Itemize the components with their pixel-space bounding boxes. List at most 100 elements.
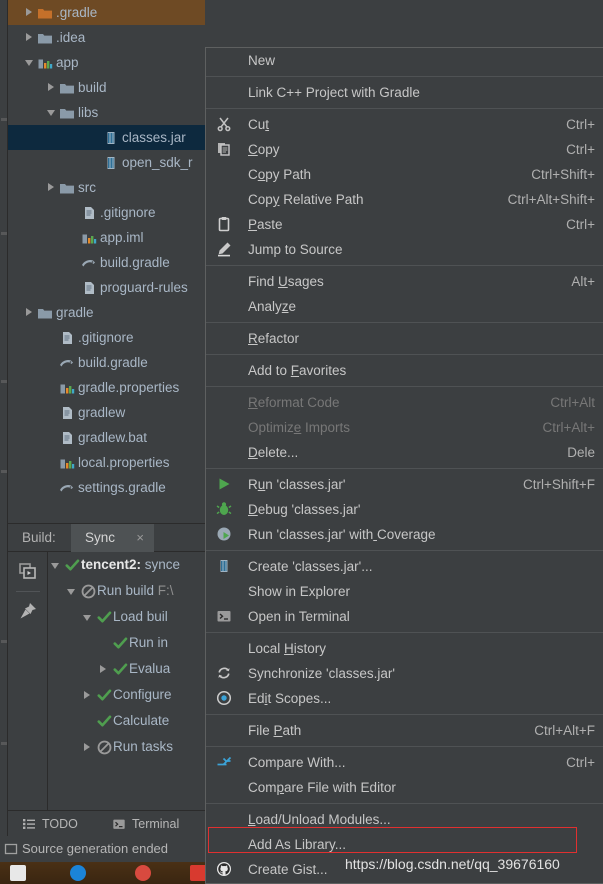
- menu-item-paste[interactable]: Paste Ctrl+: [206, 212, 603, 237]
- menu-item-link-cpp[interactable]: Link C++ Project with Gradle: [206, 80, 603, 105]
- tab-sync[interactable]: Sync ×: [71, 524, 154, 552]
- menu-separator: [206, 746, 603, 747]
- tree-row-label: settings.gradle: [78, 480, 166, 495]
- chevron-right-icon[interactable]: [81, 734, 96, 760]
- tree-row[interactable]: .gradle: [8, 0, 205, 25]
- tree-row[interactable]: gradlew.bat: [8, 425, 205, 450]
- chevron-right-icon[interactable]: [25, 25, 36, 50]
- tree-row[interactable]: settings.gradle: [8, 475, 205, 500]
- menu-item-add-as-library[interactable]: Add As Library...: [206, 832, 603, 857]
- chevron-down-icon[interactable]: [65, 578, 80, 604]
- file-icon: [58, 400, 75, 425]
- gradle-icon: [58, 350, 75, 375]
- menu-item-run-with-coverage[interactable]: Run 'classes.jar' with Coverage: [206, 522, 603, 547]
- tree-row[interactable]: gradlew: [8, 400, 205, 425]
- chevron-right-icon[interactable]: [47, 175, 58, 200]
- menu-item-debug-classes-jar[interactable]: Debug 'classes.jar': [206, 497, 603, 522]
- chevron-down-icon[interactable]: [81, 604, 96, 630]
- chevron-right-icon[interactable]: [81, 682, 96, 708]
- menu-item-compare-file-editor[interactable]: Compare File with Editor: [206, 775, 603, 800]
- menu-item-find-usages[interactable]: Find Usages Alt+: [206, 269, 603, 294]
- menu-item-copy-path[interactable]: Copy Path Ctrl+Shift+: [206, 162, 603, 187]
- collapsed-toolwindow-strip[interactable]: [0, 0, 8, 862]
- tree-row[interactable]: classes.jar: [8, 125, 205, 150]
- project-tree-panel[interactable]: .gradle .idea app build libs classes.jar open_…: [8, 0, 205, 523]
- chevron-right-icon[interactable]: [25, 0, 36, 25]
- check-icon: [96, 604, 113, 630]
- tree-row[interactable]: build.gradle: [8, 350, 205, 375]
- tree-row[interactable]: build.gradle: [8, 250, 205, 275]
- tree-row-label: local.properties: [78, 455, 170, 470]
- menu-item-file-path[interactable]: File Path Ctrl+Alt+F: [206, 718, 603, 743]
- build-tree-row[interactable]: tencent2: synce: [49, 552, 205, 578]
- folder-icon: [36, 300, 53, 325]
- expand-all-icon[interactable]: [17, 560, 39, 582]
- menu-item-edit-scopes[interactable]: Edit Scopes...: [206, 686, 603, 711]
- tree-row-label: src: [78, 180, 96, 195]
- tree-row[interactable]: gradle.properties: [8, 375, 205, 400]
- tree-row[interactable]: src: [8, 175, 205, 200]
- menu-item-label: Run 'classes.jar' with Coverage: [248, 527, 436, 542]
- menu-item-shortcut: Ctrl+: [566, 117, 595, 132]
- menu-item-delete[interactable]: Delete... Dele: [206, 440, 603, 465]
- tree-row[interactable]: app.iml: [8, 225, 205, 250]
- tree-row-label: gradlew.bat: [78, 430, 148, 445]
- menu-item-show-in-explorer[interactable]: Show in Explorer: [206, 579, 603, 604]
- tree-row[interactable]: gradle: [8, 300, 205, 325]
- chevron-right-icon[interactable]: [97, 656, 112, 682]
- build-tree-row[interactable]: Run in: [49, 630, 205, 656]
- chevron-down-icon[interactable]: [49, 552, 64, 578]
- close-icon[interactable]: ×: [136, 524, 144, 552]
- tree-row[interactable]: open_sdk_r: [8, 150, 205, 175]
- chevron-down-icon[interactable]: [25, 50, 36, 75]
- menu-item-compare-with[interactable]: Compare With... Ctrl+: [206, 750, 603, 775]
- menu-item-refactor[interactable]: Refactor: [206, 326, 603, 351]
- menu-item-create-classes-jar[interactable]: Create 'classes.jar'...: [206, 554, 603, 579]
- gradle-icon: [80, 250, 97, 275]
- tree-row[interactable]: local.properties: [8, 450, 205, 475]
- build-tree-row[interactable]: Calculate: [49, 708, 205, 734]
- build-tree-row[interactable]: Load buil: [49, 604, 205, 630]
- build-tree-row[interactable]: Evalua: [49, 656, 205, 682]
- menu-item-open-in-terminal[interactable]: Open in Terminal: [206, 604, 603, 629]
- menu-item-analyze[interactable]: Analyze: [206, 294, 603, 319]
- tree-row-label: classes.jar: [122, 130, 186, 145]
- run-green-icon: [216, 472, 238, 497]
- chevron-down-icon[interactable]: [47, 100, 58, 125]
- menu-item-local-history[interactable]: Local History: [206, 636, 603, 661]
- menu-item-load-unload-modules[interactable]: Load/Unload Modules...: [206, 807, 603, 832]
- tree-row[interactable]: .gitignore: [8, 200, 205, 225]
- build-tree-row[interactable]: Run tasks: [49, 734, 205, 760]
- build-result-tree[interactable]: tencent2: synce Run build F:\ Load buil Run…: [49, 552, 205, 811]
- tree-row[interactable]: libs: [8, 100, 205, 125]
- taskbar-icon-2[interactable]: [70, 865, 86, 881]
- menu-item-new[interactable]: New: [206, 48, 603, 73]
- taskbar-icon-3[interactable]: [135, 865, 151, 881]
- menu-item-label: Load/Unload Modules...: [248, 812, 391, 827]
- context-menu[interactable]: New Link C++ Project with Gradle Cut Ctrl+ C…: [205, 47, 603, 884]
- tree-row[interactable]: proguard-rules: [8, 275, 205, 300]
- tree-row-label: gradle: [56, 305, 94, 320]
- chevron-right-icon[interactable]: [25, 300, 36, 325]
- tree-row[interactable]: .gitignore: [8, 325, 205, 350]
- taskbar-icon-1[interactable]: [10, 865, 26, 881]
- menu-item-jump-to-source[interactable]: Jump to Source: [206, 237, 603, 262]
- jar-icon: [216, 554, 238, 579]
- menu-item-copy-relative-path[interactable]: Copy Relative Path Ctrl+Alt+Shift+: [206, 187, 603, 212]
- build-tree-row[interactable]: Configure: [49, 682, 205, 708]
- menu-item-add-to-favorites[interactable]: Add to Favorites: [206, 358, 603, 383]
- tree-row[interactable]: build: [8, 75, 205, 100]
- menu-item-copy[interactable]: Copy Ctrl+: [206, 137, 603, 162]
- statusbar-toolwindow-buttons[interactable]: TODO Terminal: [8, 810, 205, 836]
- tree-row[interactable]: app: [8, 50, 205, 75]
- menu-item-cut[interactable]: Cut Ctrl+: [206, 112, 603, 137]
- menu-item-synchronize[interactable]: Synchronize 'classes.jar': [206, 661, 603, 686]
- chevron-right-icon[interactable]: [47, 75, 58, 100]
- tree-row[interactable]: .idea: [8, 25, 205, 50]
- menu-item-shortcut: Ctrl+Alt+: [542, 420, 595, 435]
- menu-item-run-classes-jar[interactable]: Run 'classes.jar' Ctrl+Shift+F: [206, 472, 603, 497]
- pin-icon[interactable]: [17, 600, 39, 622]
- build-tree-row[interactable]: Run build F:\: [49, 578, 205, 604]
- menu-item-label: Copy: [248, 142, 280, 157]
